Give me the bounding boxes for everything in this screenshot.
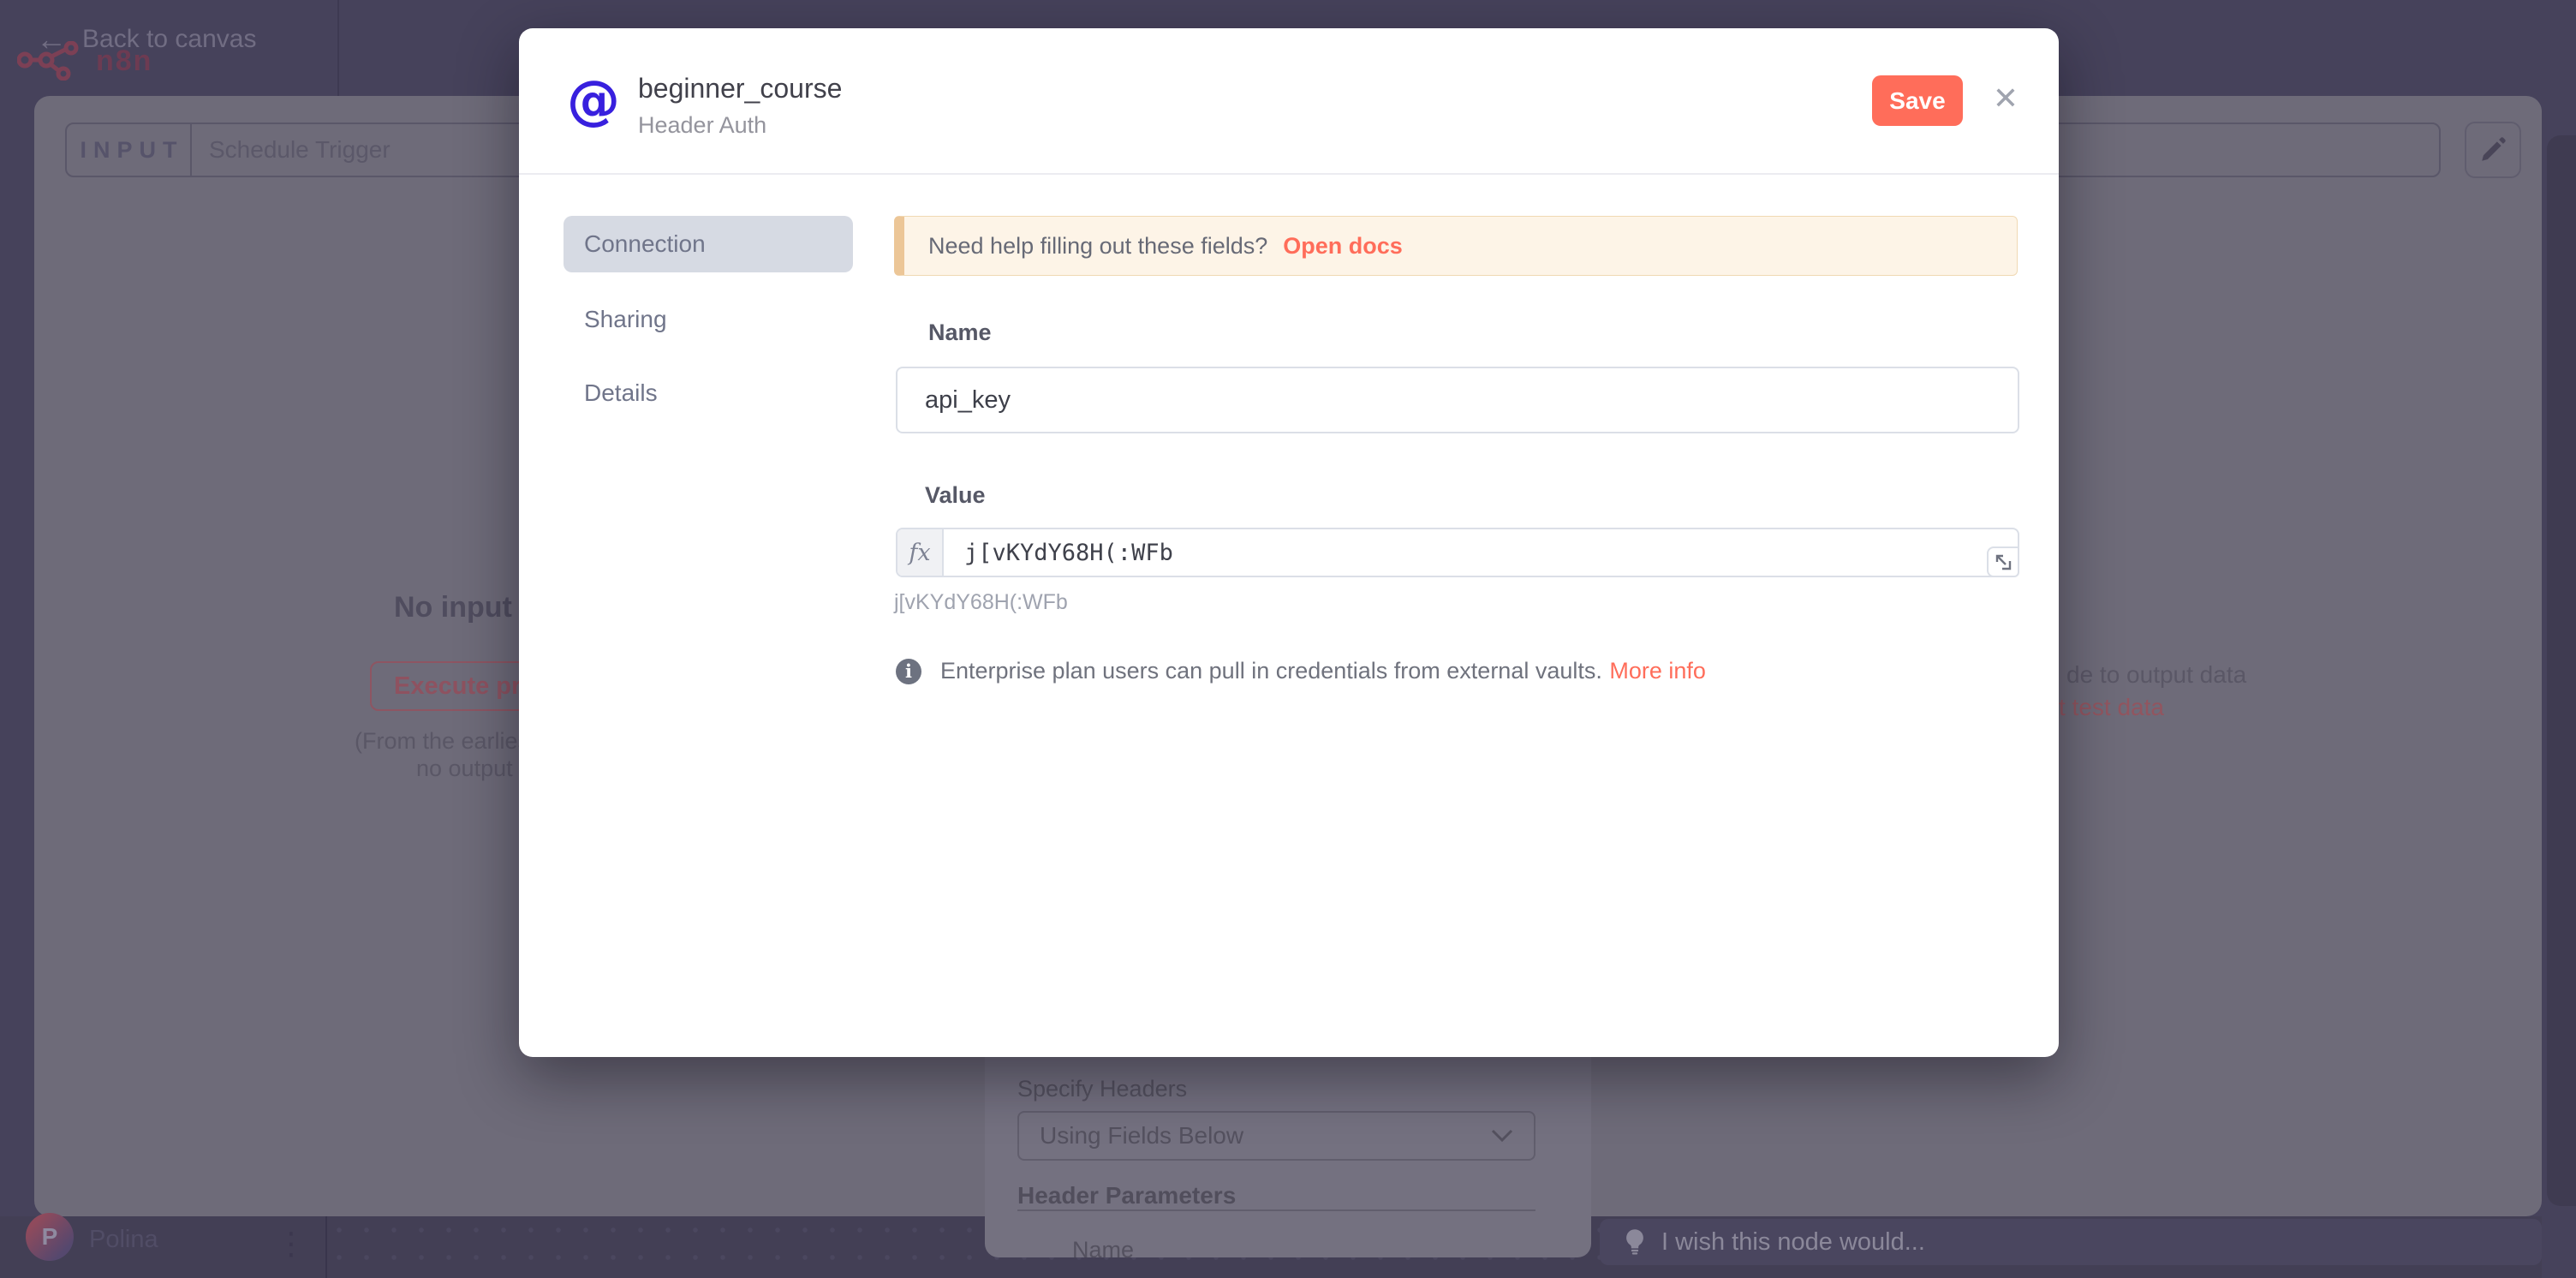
n8n-app-screen: ← Back to canvas n8n INPUT Schedule Trig… [0, 0, 2576, 1278]
save-button[interactable]: Save [1872, 75, 1963, 126]
credential-title[interactable]: beginner_course [638, 73, 842, 105]
specify-headers-select[interactable]: Using Fields Below [1017, 1111, 1535, 1161]
node-feedback-input[interactable]: I wish this node would... [1600, 1219, 2542, 1265]
output-data-fragment: de to output data [2066, 661, 2246, 689]
credential-type-icon: @ [564, 69, 623, 129]
topbar-divider [337, 0, 339, 96]
pencil-icon [2478, 135, 2507, 164]
chevron-down-icon [1491, 1129, 1513, 1143]
feedback-placeholder: I wish this node would... [1661, 1228, 1925, 1257]
specify-headers-label: Specify Headers [1017, 1076, 1187, 1102]
info-icon: i [896, 659, 921, 684]
sidebar-divider [325, 1216, 327, 1278]
lightbulb-icon [1624, 1228, 1646, 1256]
no-input-text: No input [394, 591, 512, 624]
n8n-logo: n8n [17, 41, 152, 81]
header-parameters-label: Header Parameters [1017, 1182, 1236, 1209]
parameter-name-label: Name [1072, 1237, 1134, 1263]
enterprise-info-text: Enterprise plan users can pull in creden… [940, 658, 1602, 684]
input-source-select[interactable]: Schedule Trigger [192, 136, 391, 164]
user-avatar[interactable]: P [26, 1213, 74, 1261]
avatar-initial: P [42, 1223, 58, 1251]
edit-node-button[interactable] [2465, 122, 2521, 178]
value-hint-text: j[vKYdY68H(:WFb [894, 590, 1068, 615]
earliest-node-hint-line1: (From the earlies [355, 728, 529, 755]
user-menu-kebab-icon[interactable]: ⋮ [274, 1216, 308, 1271]
help-banner-text: Need help filling out these fields? [928, 233, 1267, 260]
earliest-node-hint-line2: no output [416, 755, 513, 782]
help-banner: Need help filling out these fields? Open… [894, 216, 2018, 276]
header-parameters-divider [1017, 1209, 1535, 1211]
name-field-label: Name [928, 320, 992, 346]
name-input[interactable]: api_key [896, 367, 2019, 433]
specify-headers-value: Using Fields Below [1040, 1122, 1243, 1150]
credential-subtitle: Header Auth [638, 112, 766, 139]
enterprise-info-row: i Enterprise plan users can pull in cred… [896, 658, 1706, 684]
n8n-logo-text: n8n [96, 45, 152, 78]
more-info-link[interactable]: More info [1609, 658, 1706, 684]
output-panel-edge [2547, 135, 2576, 1206]
open-docs-link[interactable]: Open docs [1283, 233, 1403, 260]
tab-details[interactable]: Details [564, 365, 853, 421]
n8n-logo-icon [17, 41, 84, 81]
expand-expression-button[interactable] [1987, 546, 2019, 577]
credential-modal: @ beginner_course Header Auth Save ✕ Con… [519, 28, 2059, 1057]
set-test-data-link-fragment[interactable]: t test data [2059, 694, 2164, 721]
value-input[interactable]: fx j[vKYdY68H(:WFb [896, 528, 2019, 577]
tab-connection[interactable]: Connection [564, 216, 853, 272]
expand-arrow-icon [1994, 552, 2012, 571]
close-icon[interactable]: ✕ [1985, 78, 2026, 119]
expression-fx-icon[interactable]: fx [897, 529, 944, 576]
tab-sharing[interactable]: Sharing [564, 291, 853, 348]
modal-header-divider [519, 173, 2059, 175]
value-field-label: Value [925, 482, 986, 509]
input-segment[interactable]: INPUT [67, 124, 192, 176]
value-input-value: j[vKYdY68H(:WFb [944, 529, 1173, 576]
user-name-label: Polina [89, 1226, 158, 1254]
name-input-value: api_key [925, 386, 1011, 415]
